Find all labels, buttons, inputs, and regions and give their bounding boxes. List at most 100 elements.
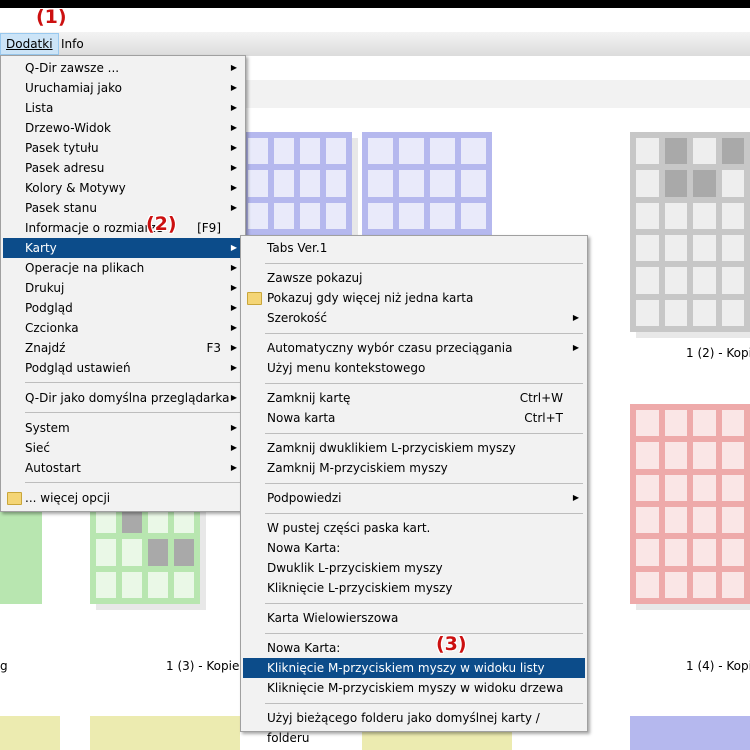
- karty-submenu-item-label: Podpowiedzi: [267, 491, 342, 505]
- folder-icon: [7, 492, 22, 505]
- karty-submenu-item-automatyczny-wybor-czasu-przeciagania[interactable]: Automatyczny wybór czasu przeciągania ▶: [243, 338, 585, 358]
- main-menu-item-label: ... więcej opcji: [25, 491, 111, 505]
- file-label[interactable]: 1 (4) - Kopie: [686, 659, 750, 673]
- main-menu-item-siec[interactable]: Sieć ▶: [3, 438, 243, 458]
- main-menu-item-znajdz[interactable]: Znajdź F3 ▶: [3, 338, 243, 358]
- karty-submenu-item-podpowiedzi[interactable]: Podpowiedzi ▶: [243, 488, 585, 508]
- main-menu-item-podglad[interactable]: Podgląd ▶: [3, 298, 243, 318]
- thumbnail-pink[interactable]: [630, 404, 750, 614]
- submenu-arrow-icon: ▶: [230, 363, 237, 372]
- file-label[interactable]: g: [0, 659, 8, 673]
- submenu-arrow-icon: ▶: [230, 323, 237, 332]
- karty-submenu-item-zawsze-pokazuj[interactable]: Zawsze pokazuj: [243, 268, 585, 288]
- main-menu-item-system[interactable]: System ▶: [3, 418, 243, 438]
- main-menu-item-lista[interactable]: Lista ▶: [3, 98, 243, 118]
- main-menu-item-label: Znajdź: [25, 341, 66, 355]
- main-menu-item-karty[interactable]: Karty ▶: [3, 238, 243, 258]
- karty-submenu-item-nowa-karta[interactable]: Nowa Karta:: [243, 538, 585, 558]
- karty-submenu-item-zamknij-dwuklikiem-l-przyciskiem-myszy[interactable]: Zamknij dwuklikiem L-przyciskiem myszy: [243, 438, 585, 458]
- submenu-arrow-icon: ▶: [230, 443, 237, 452]
- submenu-arrow-icon: ▶: [230, 393, 237, 402]
- dodatki-menu: Q-Dir zawsze ... ▶ Uruchamiaj jako ▶ Lista ▶ D…: [0, 55, 246, 512]
- karty-submenu-item-nowa-karta[interactable]: Nowa Karta:: [243, 638, 585, 658]
- karty-submenu-item-label: Nowa Karta:: [267, 541, 341, 555]
- main-menu-item-q-dir-zawsze[interactable]: Q-Dir zawsze ... ▶: [3, 58, 243, 78]
- karty-submenu-item-w-pustej-czesci-paska-kart[interactable]: W pustej części paska kart.: [243, 518, 585, 538]
- karty-submenu-item-klikniecie-l-przyciskiem-myszy[interactable]: Kliknięcie L-przyciskiem myszy: [243, 578, 585, 598]
- submenu-arrow-icon: ▶: [230, 203, 237, 212]
- main-menu-item-operacje-na-plikach[interactable]: Operacje na plikach ▶: [3, 258, 243, 278]
- main-menu-item-autostart[interactable]: Autostart ▶: [3, 458, 243, 478]
- karty-submenu-item-nowa-karta[interactable]: Nowa karta Ctrl+T: [243, 408, 585, 428]
- main-menu-item-uruchamiaj-jako[interactable]: Uruchamiaj jako ▶: [3, 78, 243, 98]
- step-badge-3: (3): [436, 633, 467, 655]
- submenu-arrow-icon: ▶: [230, 123, 237, 132]
- main-menu-item-informacje-o-rozmiarze[interactable]: Informacje o rozmiarze [F9]: [3, 218, 243, 238]
- submenu-arrow-icon: ▶: [572, 313, 579, 322]
- submenu-arrow-icon: ▶: [230, 103, 237, 112]
- karty-submenu-item-klikniecie-m-przyciskiem-myszy-w-widoku-drzewa[interactable]: Kliknięcie M-przyciskiem myszy w widoku …: [243, 678, 585, 698]
- thumbnail-yellow-1[interactable]: [0, 716, 60, 750]
- main-menu-item-pasek-stanu[interactable]: Pasek stanu ▶: [3, 198, 243, 218]
- main-menu-item-label: Kolory & Motywy: [25, 181, 126, 195]
- submenu-arrow-icon: ▶: [230, 183, 237, 192]
- main-menu-item-pasek-tytu-u[interactable]: Pasek tytułu ▶: [3, 138, 243, 158]
- thumbnail-yellow-2[interactable]: [90, 716, 240, 750]
- karty-submenu-item-shortcut: Ctrl+T: [524, 411, 563, 425]
- karty-submenu-item-karta-wielowierszowa[interactable]: Karta Wielowierszowa: [243, 608, 585, 628]
- main-menu-item-pasek-adresu[interactable]: Pasek adresu ▶: [3, 158, 243, 178]
- submenu-arrow-icon: ▶: [572, 343, 579, 352]
- karty-submenu-item-pokazuj-gdy-wiecej-niz-jedna-karta[interactable]: Pokazuj gdy więcej niż jedna karta: [243, 288, 585, 308]
- menu-dodatki[interactable]: Dodatki: [0, 33, 59, 55]
- main-menu-item-label: System: [25, 421, 70, 435]
- main-menu-item-label: Podgląd: [25, 301, 73, 315]
- thumbnail-gray[interactable]: [630, 132, 750, 342]
- menu-separator: [265, 633, 583, 634]
- karty-submenu-item-label: Pokazuj gdy więcej niż jedna karta: [267, 291, 474, 305]
- karty-submenu-item-dwuklik-l-przyciskiem-myszy[interactable]: Dwuklik L-przyciskiem myszy: [243, 558, 585, 578]
- main-menu-item-kolory-motywy[interactable]: Kolory & Motywy ▶: [3, 178, 243, 198]
- karty-submenu-item-uzyj-biezacego-folderu-jako-domyslnej-karty-folderu[interactable]: Użyj bieżącego folderu jako domyślnej ka…: [243, 708, 585, 745]
- thumbnail-blue-3[interactable]: [630, 716, 750, 750]
- submenu-arrow-icon: ▶: [230, 423, 237, 432]
- menu-separator: [265, 263, 583, 264]
- main-menu-item-czcionka[interactable]: Czcionka ▶: [3, 318, 243, 338]
- karty-submenu-item-label: Zamknij kartę: [267, 391, 351, 405]
- main-menu-item-label: Pasek tytułu: [25, 141, 99, 155]
- karty-submenu-item-label: Tabs Ver.1: [267, 241, 328, 255]
- karty-submenu-item-uzyj-menu-kontekstowego[interactable]: Użyj menu kontekstowego: [243, 358, 585, 378]
- menu-separator: [25, 482, 241, 483]
- menu-separator: [265, 703, 583, 704]
- menu-info-label: Info: [61, 37, 84, 51]
- main-menu-item-label: Lista: [25, 101, 54, 115]
- main-menu-item-drukuj[interactable]: Drukuj ▶: [3, 278, 243, 298]
- main-menu-item-label: Sieć: [25, 441, 50, 455]
- file-label[interactable]: 1 (2) - Kopie: [686, 346, 750, 360]
- karty-submenu-item-label: Zamknij dwuklikiem L-przyciskiem myszy: [267, 441, 516, 455]
- karty-submenu-item-shortcut: Ctrl+W: [519, 391, 563, 405]
- step-badge-1: (1): [36, 6, 67, 28]
- menu-info[interactable]: Info: [56, 34, 89, 54]
- main-menu-item-drzewo-widok[interactable]: Drzewo-Widok ▶: [3, 118, 243, 138]
- karty-submenu-item-label: Użyj bieżącego folderu jako domyślnej ka…: [267, 711, 540, 745]
- karty-submenu-item-tabs-ver-1[interactable]: Tabs Ver.1: [243, 238, 585, 258]
- karty-submenu-item-szerokosc[interactable]: Szerokość ▶: [243, 308, 585, 328]
- main-menu-item-label: Pasek adresu: [25, 161, 105, 175]
- main-menu-item-q-dir-jako-domyslna-przegladarka[interactable]: Q-Dir jako domyślna przeglądarka ▶: [3, 388, 243, 408]
- file-label[interactable]: 1 (3) - Kopie.p: [166, 659, 251, 673]
- karty-submenu-item-label: Nowa karta: [267, 411, 336, 425]
- main-menu-item-label: Uruchamiaj jako: [25, 81, 122, 95]
- karty-submenu-item-label: Automatyczny wybór czasu przeciągania: [267, 341, 513, 355]
- menu-dodatki-label: Dodatki: [6, 37, 53, 51]
- step-badge-2: (2): [146, 213, 177, 235]
- karty-submenu-item-label: Użyj menu kontekstowego: [267, 361, 426, 375]
- karty-submenu-item-zamknij-m-przyciskiem-myszy[interactable]: Zamknij M-przyciskiem myszy: [243, 458, 585, 478]
- karty-submenu-item-label: Nowa Karta:: [267, 641, 341, 655]
- karty-submenu-item-klikniecie-m-przyciskiem-myszy-w-widoku-listy[interactable]: Kliknięcie M-przyciskiem myszy w widoku …: [243, 658, 585, 678]
- main-menu-item-label: Karty: [25, 241, 57, 255]
- main-menu-item-podglad-ustawien[interactable]: Podgląd ustawień ▶: [3, 358, 243, 378]
- main-menu-item-wiecej-opcji[interactable]: ... więcej opcji: [3, 488, 243, 508]
- karty-submenu-item-label: Kliknięcie M-przyciskiem myszy w widoku …: [267, 661, 545, 675]
- karty-submenu-item-zamknij-karte[interactable]: Zamknij kartę Ctrl+W: [243, 388, 585, 408]
- top-black-bar: [0, 0, 750, 8]
